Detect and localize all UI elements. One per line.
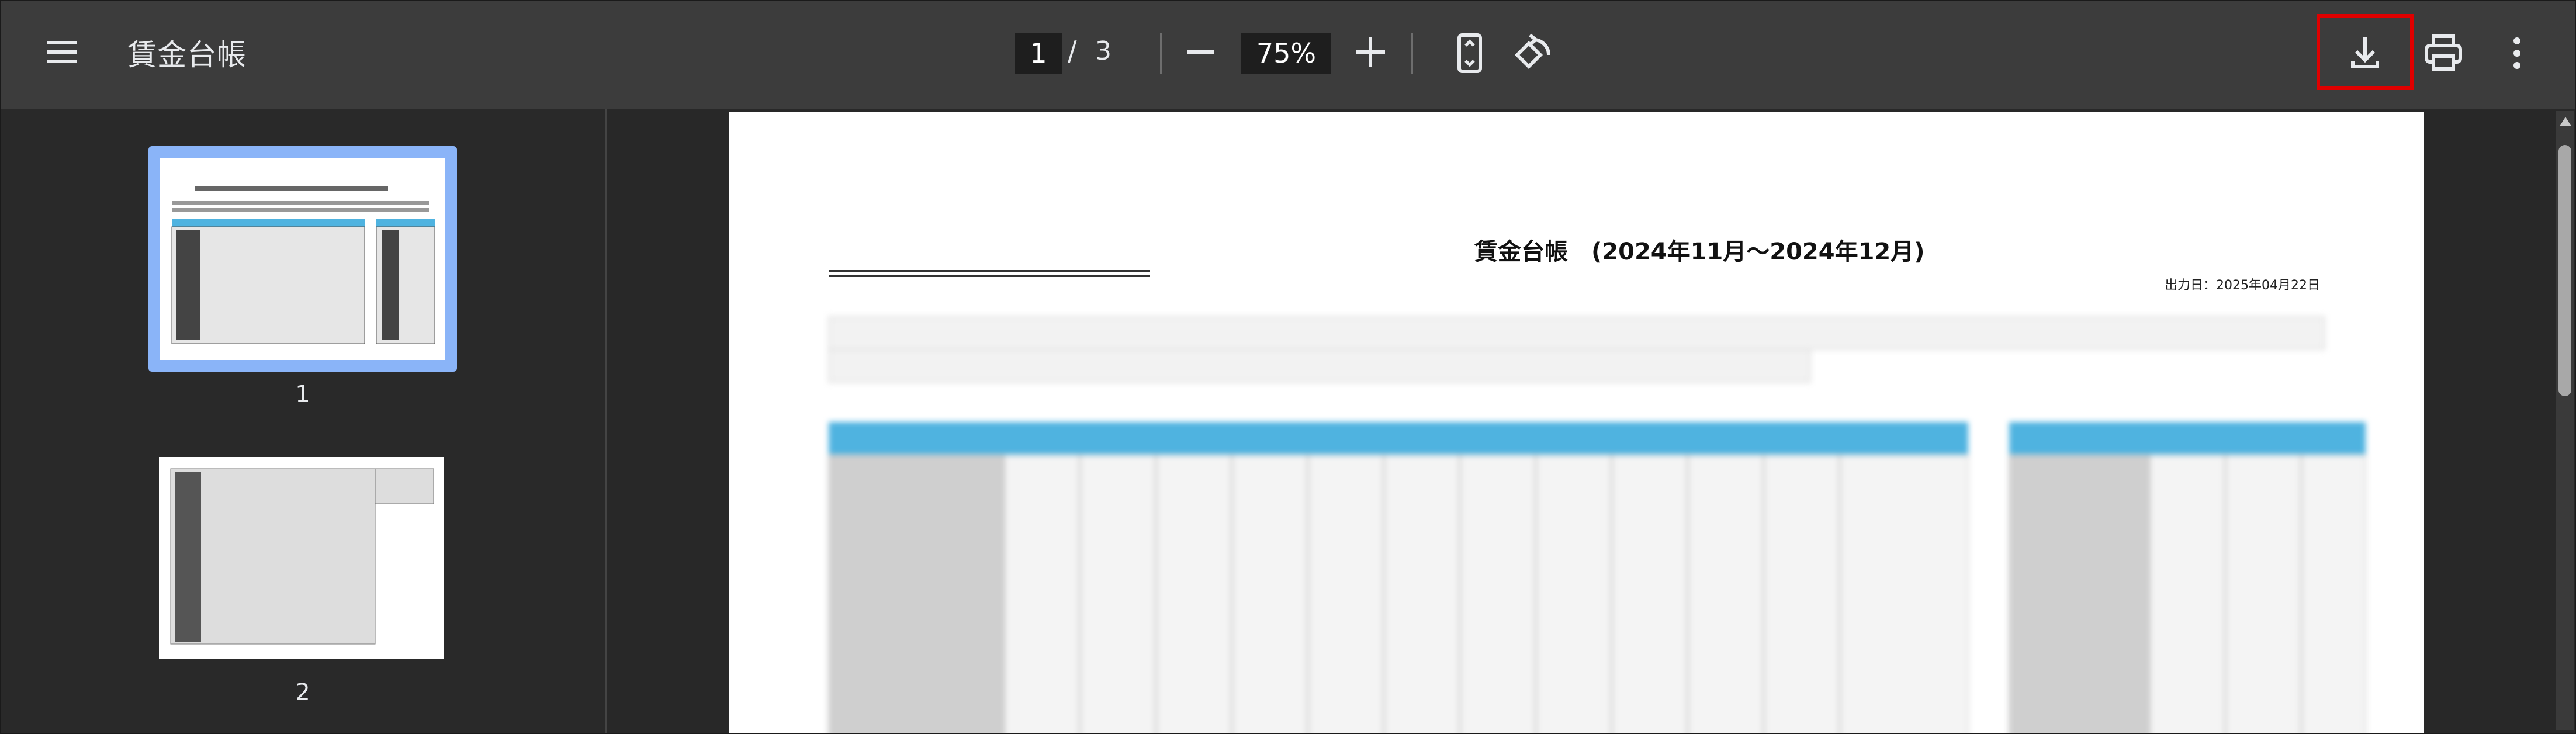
pdf-viewer-window: 賃金台帳 1 / 3 75% 1 2 賃金台帳 (2024年11月～2024年1… xyxy=(0,0,2576,734)
menu-icon[interactable] xyxy=(39,34,85,71)
page-separator: / xyxy=(1068,35,1077,67)
thumbnail-label: 2 xyxy=(295,679,310,706)
page-number-input[interactable]: 1 xyxy=(1015,33,1062,74)
rotate-icon[interactable] xyxy=(1507,27,1559,79)
thumbnail-sidebar: 1 2 xyxy=(1,109,605,733)
toolbar-divider xyxy=(1411,33,1413,74)
zoom-in-icon[interactable] xyxy=(1356,37,1385,67)
document-page: 賃金台帳 (2024年11月～2024年12月) 出力日：2025年04月22日 xyxy=(729,112,2424,733)
blurred-table-content xyxy=(828,316,2366,733)
thumbnail-page-2[interactable] xyxy=(159,457,444,659)
download-icon[interactable] xyxy=(2339,27,2391,79)
scrollbar-thumb[interactable] xyxy=(2558,145,2571,396)
document-title: 賃金台帳 xyxy=(127,38,247,72)
thumbnail-image xyxy=(170,468,434,645)
scroll-up-icon[interactable] xyxy=(2560,117,2571,126)
thumbnail-page-1[interactable] xyxy=(148,146,457,372)
fit-page-icon[interactable] xyxy=(1443,27,1496,79)
zoom-level-input[interactable]: 75% xyxy=(1241,33,1331,74)
page-total: 3 xyxy=(1095,36,1112,66)
thumbnail-image xyxy=(160,158,445,360)
toolbar-divider xyxy=(1160,33,1162,74)
zoom-out-icon[interactable] xyxy=(1187,50,1214,54)
thumbnail-label: 1 xyxy=(295,381,310,408)
toolbar: 賃金台帳 1 / 3 75% xyxy=(1,1,2575,109)
print-icon[interactable] xyxy=(2417,27,2470,79)
more-vert-icon[interactable] xyxy=(2491,27,2543,79)
